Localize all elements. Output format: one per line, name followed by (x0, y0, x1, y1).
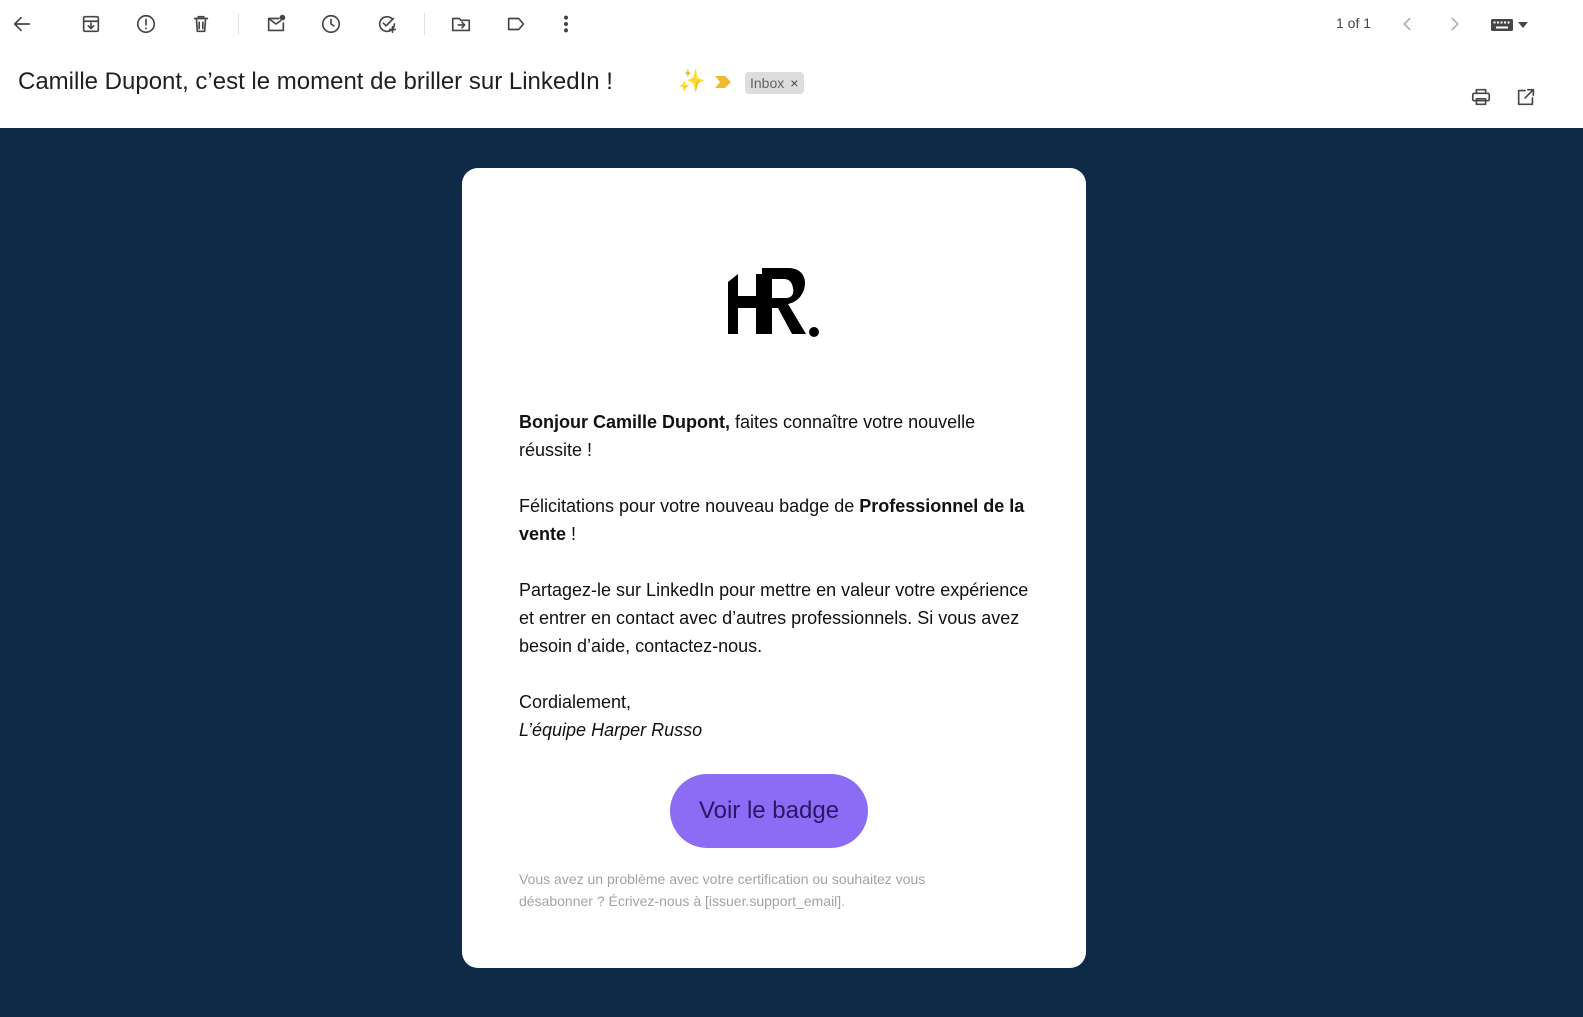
move-to-button[interactable] (443, 6, 479, 42)
dropdown-arrow-icon (1518, 22, 1528, 28)
move-to-icon (451, 17, 471, 32)
archive-button[interactable] (73, 6, 109, 42)
back-button[interactable] (4, 6, 40, 42)
keyboard-icon (1491, 19, 1513, 31)
greeting-name: Bonjour Camille Dupont, (519, 412, 730, 432)
sparkles-emoji: ✨ (678, 68, 706, 93)
open-in-new-icon (1517, 88, 1535, 106)
add-to-tasks-icon (378, 15, 397, 34)
label-chip-text: Inbox (750, 75, 785, 91)
delete-button[interactable] (183, 6, 219, 42)
add-to-tasks-button[interactable] (369, 6, 405, 42)
congratulations-paragraph: Félicitations pour votre nouveau badge d… (519, 492, 1039, 548)
congrats-suffix: ! (566, 524, 577, 544)
email-subject: Camille Dupont, c’est le moment de brill… (18, 68, 613, 95)
chevron-left-icon (1403, 17, 1411, 31)
share-paragraph: Partagez-le sur LinkedIn pour mettre en … (519, 580, 1029, 656)
subject-row: Camille Dupont, c’est le moment de brill… (0, 56, 1583, 128)
report-spam-icon (136, 14, 156, 34)
snooze-icon (321, 14, 341, 34)
greeting-paragraph: Bonjour Camille Dupont, faites connaître… (519, 408, 1039, 464)
email-toolbar: 1 of 1 (0, 0, 1583, 48)
label-icon (507, 17, 525, 31)
print-all-button[interactable] (1464, 80, 1498, 114)
open-new-window-button[interactable] (1509, 80, 1543, 114)
mark-unread-icon (267, 14, 286, 32)
more-icon (563, 15, 569, 33)
closing-text: Cordialement, (519, 692, 632, 712)
snooze-button[interactable] (313, 6, 349, 42)
newer-button[interactable] (1389, 6, 1425, 42)
archive-icon (82, 15, 100, 33)
report-spam-button[interactable] (128, 6, 164, 42)
label-button[interactable] (498, 6, 534, 42)
inbox-label-chip: Inbox × (745, 72, 805, 94)
hr-logo (728, 268, 819, 337)
view-badge-button[interactable]: Voir le badge (670, 774, 868, 848)
signature-text: L’équipe Harper Russo (519, 720, 703, 740)
support-footer-note: Vous avez un problème avec votre certifi… (519, 871, 926, 909)
important-marker-icon[interactable] (714, 75, 732, 89)
print-icon (1471, 88, 1491, 106)
remove-label-button[interactable]: × (790, 76, 798, 90)
input-tools-button[interactable] (1490, 12, 1538, 38)
chevron-right-icon (1451, 17, 1459, 31)
signature-block: Cordialement, L’équipe Harper Russo (519, 688, 1039, 744)
older-button[interactable] (1437, 6, 1473, 42)
toolbar-divider (238, 13, 239, 35)
delete-icon (193, 15, 209, 33)
congrats-prefix: Félicitations pour votre nouveau badge d… (519, 496, 860, 516)
email-card: Bonjour Camille Dupont, faites connaître… (462, 168, 1086, 968)
mark-unread-button[interactable] (258, 6, 294, 42)
toolbar-divider (424, 13, 425, 35)
pagination-count: 1 of 1 (1336, 15, 1372, 31)
more-button[interactable] (548, 6, 584, 42)
back-icon (13, 16, 31, 32)
email-body-background: Bonjour Camille Dupont, faites connaître… (0, 128, 1583, 1017)
